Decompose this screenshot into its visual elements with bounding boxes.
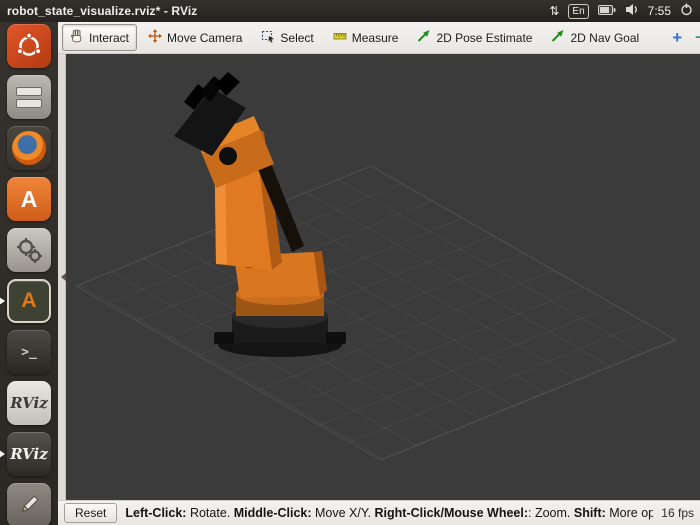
firefox-icon bbox=[7, 126, 51, 170]
remove-tool-button[interactable]: − bbox=[691, 29, 700, 46]
keyboard-indicator-icon[interactable]: ⇅ bbox=[549, 4, 559, 18]
green-arrow-icon bbox=[417, 29, 431, 46]
panel-expand-arrow-icon bbox=[57, 273, 66, 281]
tool-label: Measure bbox=[351, 30, 399, 45]
session-menu-icon[interactable] bbox=[680, 3, 693, 19]
fps-counter: 16 fps bbox=[661, 506, 694, 520]
system-menubar: robot_state_visualize.rviz* - RViz ⇅ En … bbox=[0, 0, 700, 22]
tool-label: Interact bbox=[89, 30, 130, 45]
launcher-item-ubuntu-dash[interactable] bbox=[7, 24, 51, 68]
gears-icon bbox=[7, 228, 51, 272]
3d-viewport[interactable] bbox=[66, 54, 700, 500]
launcher-item-rviz-light[interactable]: RViz bbox=[7, 381, 51, 425]
ruler-icon bbox=[333, 29, 347, 46]
language-indicator[interactable]: En bbox=[568, 3, 589, 19]
launcher-item-firefox[interactable] bbox=[7, 126, 51, 170]
main-area: A A >_ RViz RViz Interact Move Camera Se… bbox=[0, 22, 700, 525]
tool-interact-button[interactable]: Interact bbox=[62, 24, 138, 51]
mouse-help-text: Left-Click: Rotate. Middle-Click: Move X… bbox=[125, 506, 654, 520]
tool-2d-pose-estimate-button[interactable]: 2D Pose Estimate bbox=[409, 24, 540, 51]
battery-icon[interactable] bbox=[597, 4, 616, 18]
launcher-item-text-editor[interactable] bbox=[7, 483, 51, 525]
launcher-item-software-updater[interactable]: A bbox=[0, 279, 51, 323]
tool-label: Select bbox=[280, 30, 314, 45]
launcher-item-system-settings[interactable] bbox=[7, 228, 51, 272]
rviz-window: Interact Move Camera Select Measure 2D P… bbox=[58, 22, 700, 525]
add-tool-button[interactable]: + bbox=[666, 28, 688, 48]
green-arrow-icon bbox=[551, 29, 565, 46]
launcher-item-files[interactable] bbox=[7, 75, 51, 119]
file-cabinet-icon bbox=[7, 75, 51, 119]
displays-panel-collapsed-strip[interactable] bbox=[58, 54, 66, 500]
tool-move-camera-button[interactable]: Move Camera bbox=[140, 24, 250, 51]
launcher-item-terminal[interactable]: >_ bbox=[7, 330, 51, 374]
launcher-item-software-center[interactable]: A bbox=[7, 177, 51, 221]
clock[interactable]: 7:55 bbox=[648, 4, 671, 18]
rviz-content bbox=[58, 54, 700, 500]
rviz-toolbar: Interact Move Camera Select Measure 2D P… bbox=[58, 22, 700, 54]
window-title: robot_state_visualize.rviz* - RViz bbox=[7, 4, 198, 18]
software-center-icon: A bbox=[7, 177, 51, 221]
move-arrows-icon bbox=[148, 29, 163, 46]
running-indicator-arrow bbox=[0, 450, 9, 458]
unity-launcher: A A >_ RViz RViz bbox=[0, 22, 58, 525]
tool-measure-button[interactable]: Measure bbox=[325, 24, 407, 51]
tool-label: Move Camera bbox=[167, 30, 243, 45]
hand-cursor-icon bbox=[70, 29, 84, 46]
ubuntu-logo-icon bbox=[7, 24, 51, 68]
tool-select-button[interactable]: Select bbox=[253, 24, 321, 51]
grid-plane bbox=[74, 165, 678, 461]
tool-label: 2D Nav Goal bbox=[570, 30, 640, 45]
tool-2d-nav-goal-button[interactable]: 2D Nav Goal bbox=[543, 24, 647, 51]
tool-label: 2D Pose Estimate bbox=[436, 30, 533, 45]
toolbar-overflow-controls: − ▾ bbox=[691, 29, 700, 46]
reset-button[interactable]: Reset bbox=[64, 503, 118, 523]
3d-scene bbox=[74, 72, 678, 461]
rviz-statusbar: Reset Left-Click: Rotate. Middle-Click: … bbox=[58, 500, 700, 525]
software-updater-icon: A bbox=[7, 279, 51, 323]
terminal-icon: >_ bbox=[7, 330, 51, 374]
selection-box-icon bbox=[261, 29, 275, 46]
volume-icon[interactable] bbox=[625, 3, 639, 19]
indicator-area: ⇅ En 7:55 bbox=[549, 3, 693, 19]
pencil-icon bbox=[7, 483, 51, 525]
launcher-item-rviz-dark[interactable]: RViz bbox=[0, 432, 51, 476]
desktop: robot_state_visualize.rviz* - RViz ⇅ En … bbox=[0, 0, 700, 525]
running-indicator-arrow bbox=[0, 297, 9, 305]
rviz-light-icon: RViz bbox=[7, 381, 51, 425]
rviz-dark-icon: RViz bbox=[7, 432, 51, 476]
